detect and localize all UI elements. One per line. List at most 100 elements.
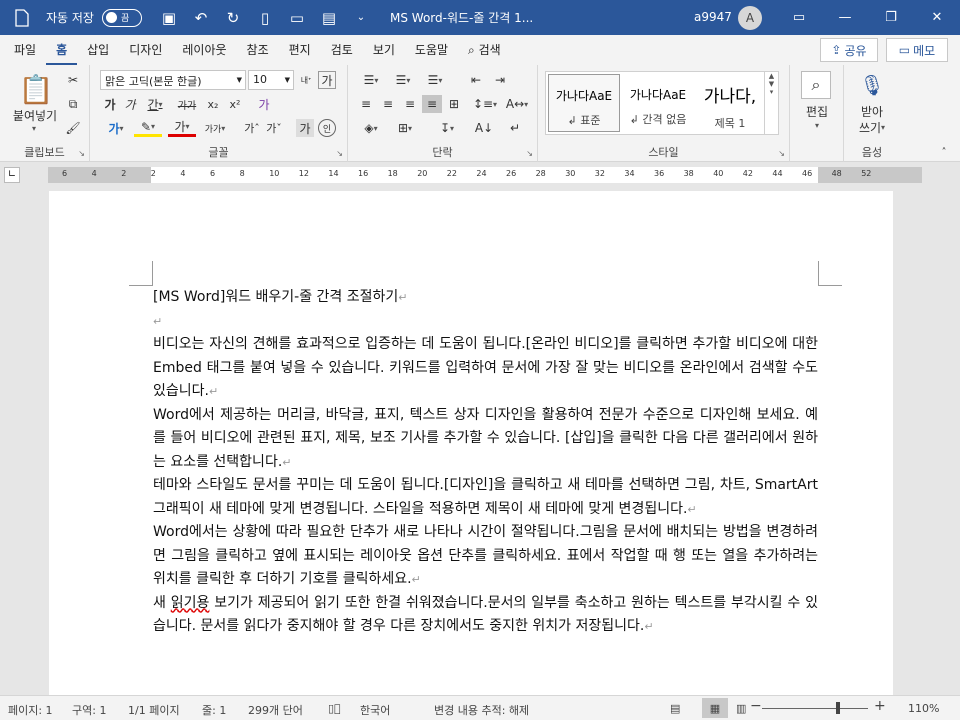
tab-insert[interactable]: 삽입 <box>77 35 119 65</box>
ribbon-display-options-icon[interactable]: ▭ <box>776 0 822 35</box>
grow-font-icon[interactable]: 내ᐩ <box>298 71 314 89</box>
spelling-error[interactable]: 읽기용 <box>171 595 210 611</box>
dictate-button[interactable]: 받아 <box>844 103 900 119</box>
empty-paragraph[interactable]: ↵ <box>153 310 818 334</box>
tab-file[interactable]: 파일 <box>4 35 46 65</box>
text-effects-dropdown-icon[interactable]: 가 ▾ <box>102 119 130 137</box>
bullets-icon[interactable]: ☰ ▾ <box>356 71 386 89</box>
borders-icon[interactable]: ⊞ ▾ <box>390 119 420 137</box>
tab-mailings[interactable]: 편지 <box>279 35 321 65</box>
web-layout-icon[interactable]: ▥ <box>736 702 746 715</box>
undo-icon[interactable]: ↶ <box>192 9 210 27</box>
dialog-launcher-icon[interactable]: ↘ <box>336 149 343 158</box>
dialog-launcher-icon[interactable]: ↘ <box>526 149 533 158</box>
tab-review[interactable]: 검토 <box>321 35 363 65</box>
avatar[interactable]: A <box>738 6 762 30</box>
save-icon[interactable]: ▣ <box>160 9 178 27</box>
paragraph[interactable]: 비디오는 자신의 견해를 효과적으로 입증하는 데 도움이 됩니다.[온라인 비… <box>153 333 818 404</box>
style-normal[interactable]: 가나다AaE ↲ 표준 <box>548 74 620 132</box>
tab-references[interactable]: 참조 <box>237 35 279 65</box>
paragraph[interactable]: Word에서는 상황에 따라 필요한 단추가 새로 나타나 시간이 절약됩니다.… <box>153 521 818 592</box>
section[interactable]: 구역: 1 <box>72 702 106 718</box>
asian-layout-icon[interactable]: A↔ ▾ <box>502 95 532 113</box>
print-preview-icon[interactable]: ▤ <box>320 9 338 27</box>
line-spacing-icon[interactable]: ↕≡ ▾ <box>470 95 500 113</box>
read-mode-icon[interactable]: ▤ <box>670 702 680 715</box>
tab-home[interactable]: 홈 <box>46 35 78 65</box>
strikethrough-icon[interactable]: 가가 <box>172 95 202 113</box>
close-icon[interactable]: ✕ <box>914 0 960 35</box>
share-button[interactable]: ⇪ 공유 <box>820 38 878 62</box>
tab-search[interactable]: ⌕ 검색 <box>458 35 511 65</box>
zoom-slider[interactable] <box>762 708 868 709</box>
bold-icon[interactable]: 가 <box>102 95 118 113</box>
tab-view[interactable]: 보기 <box>363 35 405 65</box>
style-heading-1[interactable]: 가나다, 제목 1 <box>694 74 766 132</box>
clear-formatting-icon[interactable]: 가 <box>318 71 336 89</box>
zoom-level[interactable]: 110% <box>908 702 939 715</box>
zoom-slider-thumb[interactable] <box>836 702 840 714</box>
comments-button[interactable]: ▭ 메모 <box>886 38 948 62</box>
italic-icon[interactable]: 가 <box>122 95 138 113</box>
track-changes-status[interactable]: 변경 내용 추적: 해제 <box>434 702 529 718</box>
editing-dropdown-icon[interactable]: ▾ <box>811 120 823 130</box>
align-right-icon[interactable]: ≡ <box>400 95 420 113</box>
document-heading[interactable]: [MS Word]워드 배우기-줄 간격 조절하기↵ <box>153 286 818 310</box>
document-body[interactable]: [MS Word]워드 배우기-줄 간격 조절하기↵ ↵ 비디오는 자신의 견해… <box>153 286 818 639</box>
underline-icon[interactable]: 간 ▾ <box>142 95 168 113</box>
microphone-icon[interactable]: 🎙 <box>859 71 884 99</box>
paste-icon[interactable]: 📋 <box>18 71 54 107</box>
page-number[interactable]: 페이지: 1 <box>8 702 53 718</box>
dialog-launcher-icon[interactable]: ↘ <box>778 149 785 158</box>
decrease-indent-icon[interactable]: ⇤ <box>466 71 486 89</box>
font-size-box[interactable]: 10 ▼ <box>248 70 294 90</box>
shrink-font-size-icon[interactable]: 가ˇ <box>264 119 284 137</box>
collapse-ribbon-icon[interactable]: ˄ <box>936 145 952 159</box>
redo-icon[interactable]: ↻ <box>224 9 242 27</box>
word-count[interactable]: 299개 단어 <box>248 702 303 718</box>
maximize-icon[interactable]: ❐ <box>868 0 914 35</box>
change-case-icon[interactable]: 가가 ▾ <box>200 119 230 137</box>
customize-qat-icon[interactable]: ⌄ <box>352 12 370 23</box>
horizontal-ruler[interactable]: 6 4 2 2 4 6 8 10 12 14 16 18 20 22 24 26 28 30 32 34 36 38 40 4… <box>48 167 922 183</box>
font-name-box[interactable]: 맑은 고딕(본문 한글) ▼ <box>100 70 246 90</box>
tab-design[interactable]: 디자인 <box>119 35 172 65</box>
vertical-scrollbar[interactable] <box>943 187 960 695</box>
print-layout-icon[interactable]: ▦ <box>702 698 728 718</box>
style-no-spacing[interactable]: 가나다AaE ↲ 간격 없음 <box>622 74 694 132</box>
multilevel-list-icon[interactable]: ☰ ▾ <box>420 71 450 89</box>
find-icon[interactable]: ⌕ <box>801 71 831 99</box>
page-count[interactable]: 1/1 페이지 <box>128 702 180 718</box>
dictate-button-line2[interactable]: 쓰기 ▾ <box>844 119 900 135</box>
highlight-icon[interactable]: ✎ ▾ <box>134 119 162 137</box>
show-paragraph-marks-icon[interactable]: ↵ <box>504 119 526 137</box>
zoom-in-icon[interactable]: + <box>874 698 886 714</box>
copy-icon[interactable]: ⧉ <box>64 95 82 113</box>
text-effects-icon[interactable]: 가 <box>254 95 274 113</box>
language[interactable]: 한국어 <box>360 702 390 718</box>
grow-font-size-icon[interactable]: 가ˆ <box>242 119 262 137</box>
paste-button[interactable]: 붙여넣기 <box>4 107 66 123</box>
increase-indent-icon[interactable]: ⇥ <box>490 71 510 89</box>
line-number[interactable]: 줄: 1 <box>202 702 226 718</box>
superscript-icon[interactable]: x² <box>226 95 244 113</box>
paragraph[interactable]: 테마와 스타일도 문서를 꾸미는 데 도움이 됩니다.[디자인]을 클릭하고 새… <box>153 474 818 521</box>
gallery-scroll[interactable]: ▲ ▼ ▾ <box>764 72 778 134</box>
tab-selector[interactable]: ∟ <box>4 167 20 183</box>
paste-dropdown-icon[interactable]: ▾ <box>28 123 40 133</box>
editing-button[interactable]: 편집 <box>790 103 844 119</box>
format-painter-icon[interactable]: 🖌 <box>64 119 82 137</box>
sort-text-icon[interactable]: A↓ <box>472 119 496 137</box>
character-shading-icon[interactable]: 가 <box>296 119 314 137</box>
dialog-launcher-icon[interactable]: ↘ <box>78 149 85 158</box>
cut-icon[interactable]: ✂ <box>64 71 82 89</box>
align-left-icon[interactable]: ≡ <box>356 95 376 113</box>
open-folder-icon[interactable]: ▭ <box>288 9 306 27</box>
sort-icon[interactable]: ↧ ▾ <box>432 119 462 137</box>
paragraph[interactable]: 새 읽기용 보기가 제공되어 읽기 또한 한결 쉬워졌습니다.문서의 일부를 축… <box>153 592 818 639</box>
enclose-characters-icon[interactable]: 인 <box>318 119 336 137</box>
shading-icon[interactable]: ◈ ▾ <box>356 119 386 137</box>
justify-icon[interactable]: ≡ <box>422 95 442 113</box>
page[interactable]: [MS Word]워드 배우기-줄 간격 조절하기↵ ↵ 비디오는 자신의 견해… <box>49 191 893 695</box>
user-name[interactable]: a9947 <box>694 10 732 24</box>
